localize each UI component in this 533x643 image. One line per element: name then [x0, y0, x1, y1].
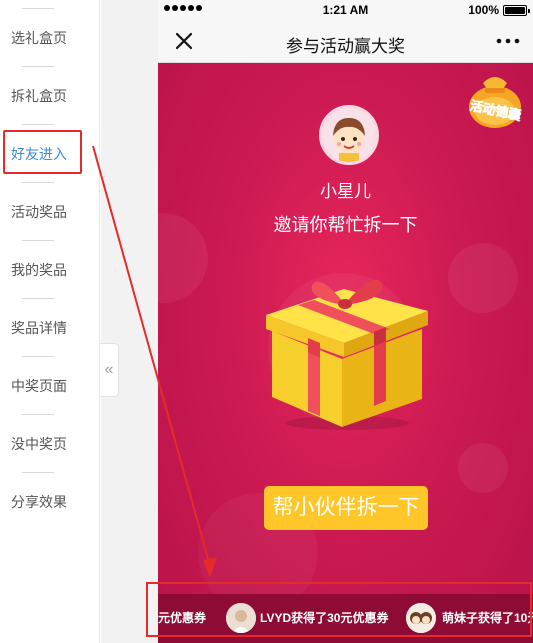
sidebar-item-label: 奖品详情: [11, 320, 67, 336]
invite-text: 邀请你帮忙拆一下: [273, 215, 418, 235]
collapse-sidebar-button[interactable]: «: [100, 343, 119, 397]
sidebar-item-lose-page[interactable]: 没中奖页: [0, 406, 100, 464]
ticker-highlight-frame: [146, 582, 532, 637]
divider: [22, 182, 54, 183]
divider: [22, 124, 54, 125]
active-item-highlight: [3, 130, 82, 174]
bokeh-decor: [458, 443, 508, 493]
divider: [22, 240, 54, 241]
battery-percent: 100%: [468, 3, 499, 17]
sidebar-item-prize-detail[interactable]: 奖品详情: [0, 290, 100, 348]
sidebar-item-label: 没中奖页: [11, 436, 67, 452]
friend-nickname: 小星儿: [320, 182, 371, 201]
divider: [22, 414, 54, 415]
sidebar-item-label: 中奖页面: [11, 378, 67, 394]
page-title: 参与活动赢大奖: [286, 37, 405, 56]
sidebar-item-win-page[interactable]: 中奖页面: [0, 348, 100, 406]
divider: [22, 66, 54, 67]
nav-bar: 参与活动赢大奖: [158, 20, 533, 63]
sidebar-item-label: 活动奖品: [11, 204, 67, 220]
divider: [22, 472, 54, 473]
lucky-bag-badge[interactable]: 活动锦囊: [457, 65, 529, 131]
gift-box-icon: [266, 279, 428, 430]
sidebar-item-prizes[interactable]: 活动奖品: [0, 174, 100, 232]
sidebar-item-label: 分享效果: [11, 494, 67, 510]
sidebar-item-my-prizes[interactable]: 我的奖品: [0, 232, 100, 290]
cartoon-avatar-icon: [322, 108, 376, 162]
status-bar: 1:21 AM 100%: [158, 0, 533, 20]
sidebar-item-share[interactable]: 分享效果: [0, 464, 100, 522]
sidebar-item-select-box[interactable]: 选礼盒页: [0, 0, 100, 58]
divider: [22, 356, 54, 357]
avatar: [319, 105, 379, 165]
bokeh-decor: [448, 243, 518, 313]
divider: [22, 298, 54, 299]
activity-content: 活动锦囊 小星儿 邀请你帮忙拆一下 帮小伙伴拆一下 元优惠券 LVYD获得了30…: [158, 63, 533, 643]
divider: [22, 8, 54, 9]
more-icon[interactable]: [495, 32, 521, 50]
sidebar-item-label: 选礼盒页: [11, 30, 67, 46]
sidebar-item-label: 我的奖品: [11, 262, 67, 278]
phone-preview: 1:21 AM 100% 参与活动赢大奖 活动锦囊 小星儿 邀请你帮忙拆一下 帮…: [158, 0, 533, 643]
double-chevron-left-icon: «: [104, 361, 114, 378]
app-root: 选礼盒页 拆礼盒页 好友进入 活动奖品 我的奖品 奖品详情 中奖页面 没中奖页: [0, 0, 533, 643]
sidebar-item-open-box[interactable]: 拆礼盒页: [0, 58, 100, 116]
help-open-button[interactable]: 帮小伙伴拆一下: [264, 486, 428, 530]
sidebar: 选礼盒页 拆礼盒页 好友进入 活动奖品 我的奖品 奖品详情 中奖页面 没中奖页: [0, 0, 100, 643]
canvas-background: [101, 0, 158, 643]
sidebar-item-label: 拆礼盒页: [11, 88, 67, 104]
battery-icon: [503, 5, 530, 16]
